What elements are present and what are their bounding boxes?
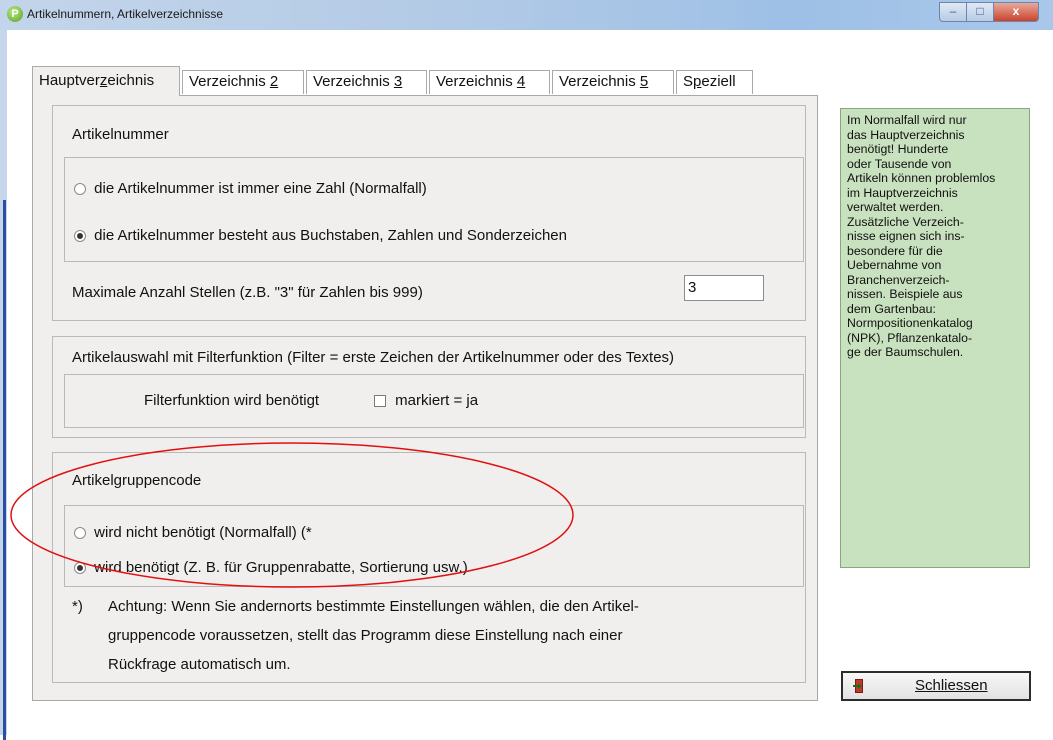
max-stellen-input[interactable]: 3: [684, 275, 764, 301]
tab-label: Hauptver: [39, 72, 100, 89]
radio-label: wird benötigt (Z. B. für Gruppenrabatte,…: [94, 559, 468, 576]
tab-hauptverzeichnis[interactable]: Hauptverzeichnis: [32, 66, 180, 96]
schliessen-button[interactable]: Schliessen: [841, 671, 1031, 701]
radio-artikelnummer-zahl[interactable]: die Artikelnummer ist immer eine Zahl (N…: [74, 180, 427, 197]
info-line: dem Gartenbau:: [847, 301, 936, 316]
door-exit-icon: [853, 679, 863, 693]
info-line: Normpositionenkatalog: [847, 316, 973, 330]
window-title: Artikelnummern, Artikelverzeichnisse: [27, 7, 224, 21]
tab-verzeichnis-5[interactable]: Verzeichnis 5: [552, 70, 674, 94]
filter-heading: Artikelauswahl mit Filterfunktion (Filte…: [72, 349, 675, 366]
close-window-button[interactable]: x: [994, 2, 1039, 22]
checkbox-indicator: [374, 395, 386, 408]
tab-label: S: [683, 73, 694, 90]
schliessen-label: Schliessen: [915, 677, 988, 694]
info-line: ge der Baumschulen.: [847, 345, 964, 359]
radio-label: wird nicht benötigt (Normalfall) (*: [94, 524, 312, 541]
radio-label: die Artikelnummer besteht aus Buchstaben…: [94, 227, 567, 244]
info-line: Branchenverzeich-: [847, 272, 950, 287]
info-line: besondere für die: [847, 243, 943, 258]
note-line-1: Achtung: Wenn Sie andernorts bestimmte E…: [108, 598, 639, 615]
tab-label: eichnis: [107, 72, 155, 89]
radio-indicator: [74, 562, 86, 575]
info-line: im Hauptverzeichnis: [847, 185, 958, 200]
artikelnummer-options-box: [64, 157, 804, 262]
maximize-button[interactable]: □: [967, 2, 994, 22]
tab-label: Verzeichnis: [313, 73, 394, 90]
radio-gruppencode-benoetigt[interactable]: wird benötigt (Z. B. für Gruppenrabatte,…: [74, 559, 468, 576]
tab-speziell[interactable]: Speziell: [676, 70, 753, 94]
note-marker: *): [72, 598, 83, 615]
info-line: nisse eignen sich ins-: [847, 229, 965, 243]
radio-indicator: [74, 183, 86, 196]
info-line: Uebernahme von: [847, 258, 942, 272]
max-stellen-label: Maximale Anzahl Stellen (z.B. "3" für Za…: [72, 284, 423, 301]
radio-indicator: [74, 527, 86, 540]
tab-accesskey: 2: [269, 73, 279, 90]
note-line-2: gruppencode voraussetzen, stellt das Pro…: [108, 627, 623, 644]
tab-label: Verzeichnis: [559, 73, 640, 90]
tab-accesskey: 4: [516, 73, 526, 90]
info-line: das Hauptverzeichnis: [847, 127, 965, 142]
filter-checkbox[interactable]: markiert = ja: [374, 392, 478, 409]
artikelnummer-heading: Artikelnummer: [72, 126, 169, 143]
tab-verzeichnis-2[interactable]: Verzeichnis 2: [182, 70, 304, 94]
info-line: Im Normalfall wird nur: [847, 113, 967, 127]
radio-label: die Artikelnummer ist immer eine Zahl (N…: [94, 180, 427, 197]
radio-artikelnummer-text[interactable]: die Artikelnummer besteht aus Buchstaben…: [74, 227, 567, 244]
tab-label: Verzeichnis: [189, 73, 270, 90]
info-line: benötigt! Hunderte: [847, 142, 949, 156]
window-left-edge: [0, 30, 7, 740]
radio-gruppencode-nicht[interactable]: wird nicht benötigt (Normalfall) (*: [74, 524, 312, 541]
tab-verzeichnis-3[interactable]: Verzeichnis 3: [306, 70, 427, 94]
filter-label: Filterfunktion wird benötigt: [144, 392, 320, 409]
info-note: Im Normalfall wird nur das Hauptverzeich…: [840, 108, 1030, 568]
app-icon: P: [7, 6, 23, 22]
minimize-button[interactable]: –: [939, 2, 967, 22]
info-line: oder Tausende von: [847, 156, 952, 171]
gruppencode-heading: Artikelgruppencode: [72, 472, 202, 489]
tab-label: Verzeichnis: [436, 73, 517, 90]
tab-label: eziell: [701, 73, 736, 90]
tab-verzeichnis-4[interactable]: Verzeichnis 4: [429, 70, 550, 94]
checkbox-label: markiert = ja: [395, 392, 479, 409]
info-line: Artikeln können problemlos: [847, 171, 996, 185]
tab-accesskey: 5: [639, 73, 649, 90]
info-line: verwaltet werden.: [847, 200, 944, 214]
info-line: (NPK), Pflanzenkatalo-: [847, 330, 973, 345]
note-line-3: Rückfrage automatisch um.: [108, 656, 291, 673]
info-line: Zusätzliche Verzeich-: [847, 214, 964, 229]
window-controls: – □ x: [939, 2, 1039, 22]
tab-accesskey: 3: [393, 73, 403, 90]
info-line: nissen. Beispiele aus: [847, 287, 963, 301]
radio-indicator: [74, 230, 86, 243]
